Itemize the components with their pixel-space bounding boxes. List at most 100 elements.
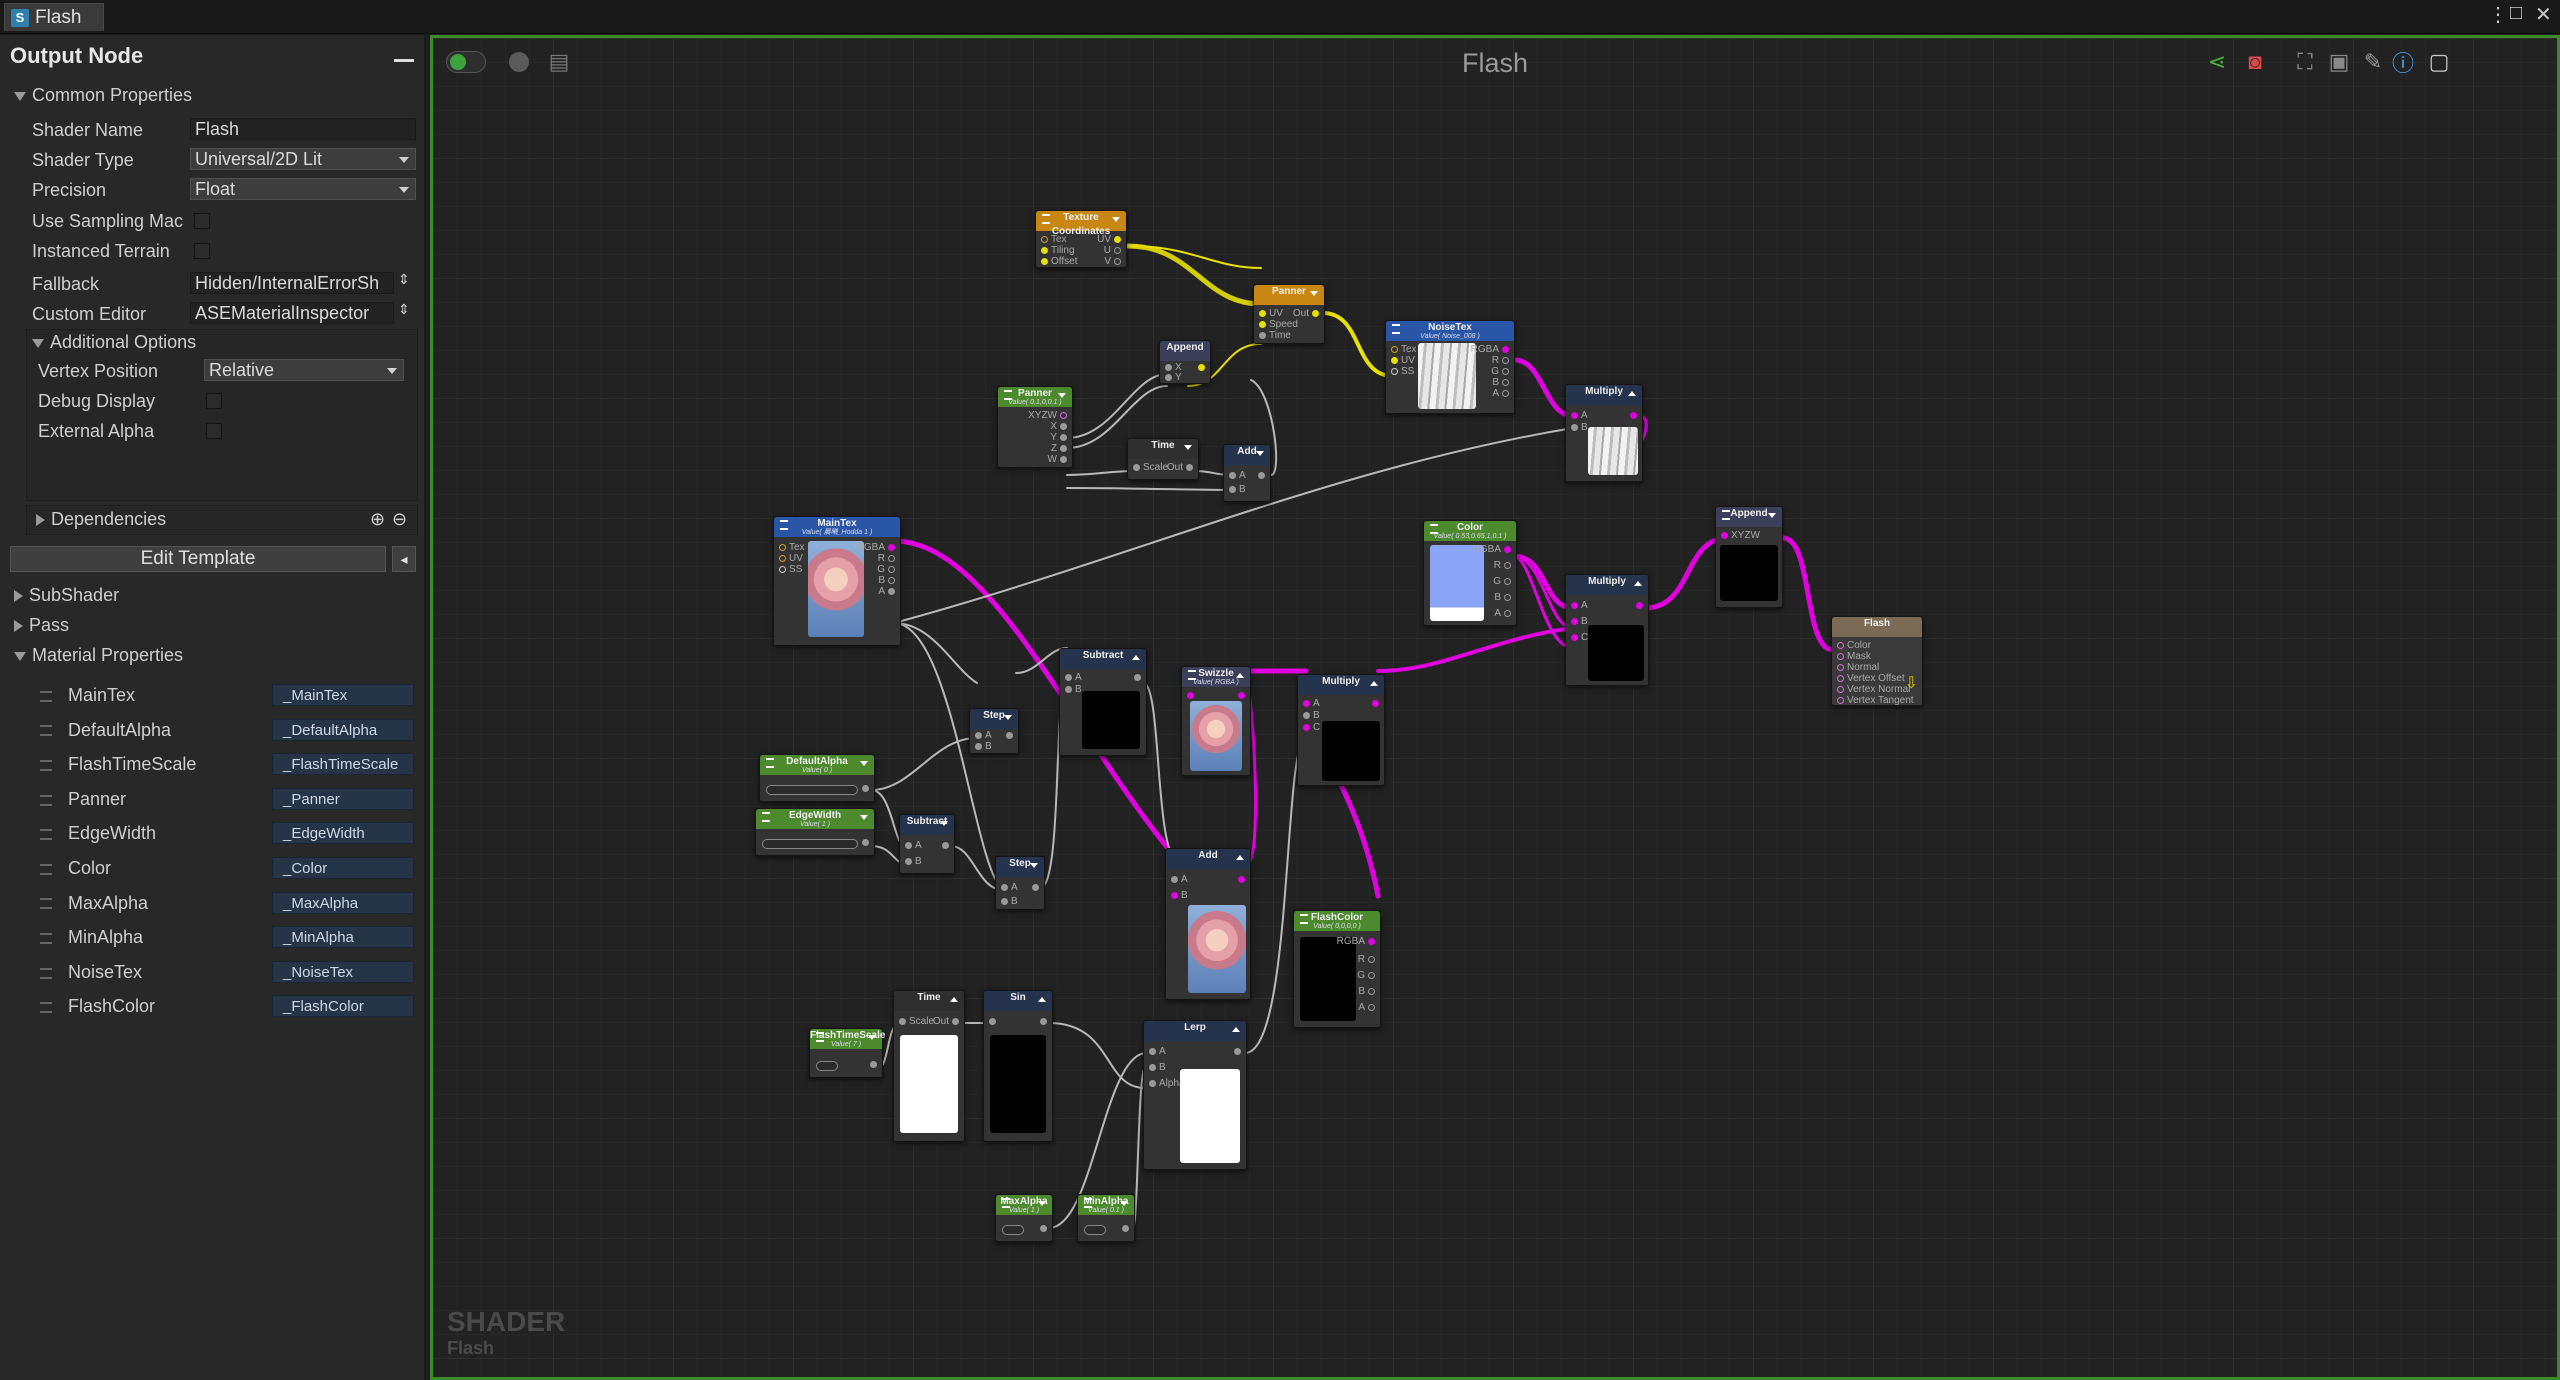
use-sampling-checkbox[interactable] xyxy=(194,213,210,229)
port-dot[interactable] xyxy=(1134,673,1141,681)
node-dropdown-icon[interactable] xyxy=(1232,1027,1240,1032)
node-dropdown-icon[interactable] xyxy=(1120,1201,1128,1206)
debug-display-checkbox[interactable] xyxy=(206,393,222,409)
drag-handle-icon[interactable] xyxy=(40,863,52,875)
add-dependency-icon[interactable]: ⊕ xyxy=(370,509,385,530)
material-property-value[interactable]: _FlashColor xyxy=(272,995,414,1018)
node-header[interactable]: FlashTimeScale Value( 7 ) xyxy=(810,1029,885,1049)
port-dot[interactable] xyxy=(1198,363,1205,371)
port-dot[interactable] xyxy=(1837,674,1844,682)
port-dot[interactable] xyxy=(1149,1079,1156,1087)
external-alpha-checkbox[interactable] xyxy=(206,423,222,439)
port-dot[interactable] xyxy=(870,1060,877,1068)
node-header[interactable]: Append xyxy=(1160,341,1210,361)
port-dot[interactable] xyxy=(1391,367,1398,375)
port-dot[interactable] xyxy=(1171,875,1178,883)
material-property-row[interactable]: Panner xyxy=(40,789,126,810)
node-flashtimescale[interactable]: FlashTimeScale Value( 7 ) xyxy=(809,1028,885,1078)
port-dot[interactable] xyxy=(1149,1063,1156,1071)
port-dot[interactable] xyxy=(1186,463,1193,471)
port-dot[interactable] xyxy=(1165,363,1172,371)
node-dropdown-icon[interactable] xyxy=(1004,715,1012,720)
node-subtract-edge[interactable]: Subtract A B xyxy=(899,814,955,874)
port-dot[interactable] xyxy=(1060,422,1067,430)
port-dot[interactable] xyxy=(1571,601,1578,609)
port-dot[interactable] xyxy=(1187,691,1194,699)
port-dot[interactable] xyxy=(899,1017,906,1025)
shader-type-dropdown[interactable]: Universal/2D Lit xyxy=(190,148,416,170)
port-dot[interactable] xyxy=(1114,257,1121,265)
node-header[interactable]: Step xyxy=(996,857,1044,877)
node-subtract-alpha[interactable]: Subtract A B xyxy=(1059,648,1147,756)
port-dot[interactable] xyxy=(1006,731,1013,739)
port-dot[interactable] xyxy=(1504,561,1511,569)
fallback-field[interactable]: Hidden/InternalErrorSh xyxy=(190,272,394,294)
node-header[interactable]: NoiseTex Value( Noise_008 ) xyxy=(1386,321,1514,341)
drag-handle-icon[interactable] xyxy=(40,829,52,841)
drag-handle-icon[interactable] xyxy=(40,967,52,979)
port-dot[interactable] xyxy=(1060,455,1067,463)
port-dot[interactable] xyxy=(1504,609,1511,617)
node-dropdown-icon[interactable] xyxy=(1634,581,1642,586)
dependencies-foldout[interactable]: Dependencies xyxy=(36,509,166,530)
node-dropdown-icon[interactable] xyxy=(1628,391,1636,396)
color-swatch-preview[interactable] xyxy=(1430,545,1484,621)
fallback-stepper-icon[interactable]: ⇕ xyxy=(398,271,410,288)
port-dot[interactable] xyxy=(975,742,982,750)
port-dot[interactable] xyxy=(942,841,949,849)
node-maxalpha[interactable]: MaxAlpha Value( 1 ) xyxy=(995,1194,1053,1242)
material-property-row[interactable]: EdgeWidth xyxy=(40,823,156,844)
node-dropdown-icon[interactable] xyxy=(1256,451,1264,456)
node-header[interactable]: Lerp xyxy=(1144,1021,1246,1041)
drag-handle-icon[interactable] xyxy=(40,794,52,806)
port-dot[interactable] xyxy=(1391,356,1398,364)
port-dot[interactable] xyxy=(1636,601,1643,609)
port-dot[interactable] xyxy=(1238,875,1245,883)
node-header[interactable]: Multiply xyxy=(1566,575,1648,595)
node-dropdown-icon[interactable] xyxy=(868,1035,876,1040)
edit-template-arrow-button[interactable]: ◂ xyxy=(392,546,416,572)
port-dot[interactable] xyxy=(888,565,895,573)
port-dot[interactable] xyxy=(1571,633,1578,641)
node-sin[interactable]: Sin xyxy=(983,990,1053,1142)
color-swatch-preview[interactable] xyxy=(1300,937,1356,1021)
material-property-value[interactable]: _MinAlpha xyxy=(272,926,414,949)
custom-editor-field[interactable]: ASEMaterialInspector xyxy=(190,302,394,324)
node-add-time[interactable]: Add A B xyxy=(1223,444,1271,502)
material-property-row[interactable]: Color xyxy=(40,858,111,879)
node-dropdown-icon[interactable] xyxy=(860,761,868,766)
material-property-row[interactable]: NoiseTex xyxy=(40,962,142,983)
node-header[interactable]: Swizzle Value( RGBA ) xyxy=(1182,667,1250,687)
port-dot[interactable] xyxy=(779,565,786,573)
material-property-row[interactable]: MinAlpha xyxy=(40,927,143,948)
drag-handle-icon[interactable] xyxy=(40,1002,52,1014)
node-multiply-noise[interactable]: Multiply A B xyxy=(1565,384,1643,482)
port-dot[interactable] xyxy=(1229,485,1236,493)
node-header[interactable]: Subtract xyxy=(900,815,954,835)
node-dropdown-icon[interactable] xyxy=(1038,1201,1046,1206)
node-header[interactable]: Multiply xyxy=(1566,385,1642,405)
port-dot[interactable] xyxy=(989,1017,996,1025)
port-dot[interactable] xyxy=(1837,652,1844,660)
node-step-upper[interactable]: Step A B xyxy=(969,708,1019,754)
port-dot[interactable] xyxy=(1234,1047,1241,1055)
node-add-edge[interactable]: Add A B xyxy=(1165,848,1251,1000)
material-property-value[interactable]: _DefaultAlpha xyxy=(272,718,414,741)
port-dot[interactable] xyxy=(905,841,912,849)
node-dropdown-icon[interactable] xyxy=(1112,217,1120,222)
port-dot[interactable] xyxy=(888,554,895,562)
node-defaultalpha[interactable]: DefaultAlpha Value( 0 ) xyxy=(759,754,875,802)
port-dot[interactable] xyxy=(1229,471,1236,479)
port-dot[interactable] xyxy=(1571,411,1578,419)
port-dot[interactable] xyxy=(1502,378,1509,386)
port-dot[interactable] xyxy=(1303,723,1310,731)
node-noisetex[interactable]: NoiseTex Value( Noise_008 ) Tex UV SS RGB… xyxy=(1385,320,1515,414)
port-dot[interactable] xyxy=(1041,235,1048,243)
node-panner-property[interactable]: Panner Value( 0,1,0,0.1 ) XYZW X Y Z W xyxy=(997,386,1073,468)
port-dot[interactable] xyxy=(1041,257,1048,265)
material-property-value[interactable]: _Color xyxy=(272,857,414,879)
port-dot[interactable] xyxy=(1504,545,1511,553)
node-color[interactable]: Color Value( 0.53,0.65,1,0.1 ) RGBA R G B… xyxy=(1423,520,1517,626)
port-dot[interactable] xyxy=(1040,1224,1047,1232)
port-dot[interactable] xyxy=(862,784,869,792)
